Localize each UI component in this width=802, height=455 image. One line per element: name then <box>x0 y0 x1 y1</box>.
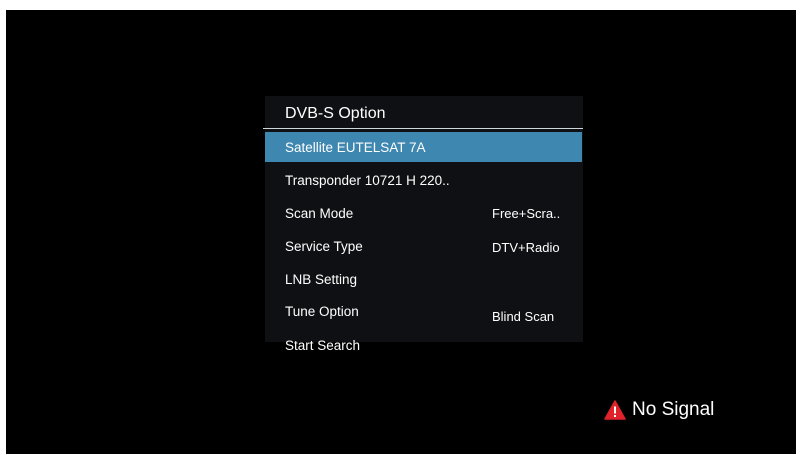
menu-item-label: Tune Option <box>285 304 359 319</box>
menu-item-service-type[interactable]: Service Type DTV+Radio <box>265 232 582 262</box>
menu-item-satellite[interactable]: Satellite EUTELSAT 7A <box>265 132 582 162</box>
menu-item-label: Satellite EUTELSAT 7A <box>285 140 426 155</box>
menu-item-label: Scan Mode <box>285 206 354 221</box>
menu-item-value: DTV+Radio <box>492 240 560 255</box>
menu-item-tune-option[interactable]: Tune Option Blind Scan <box>265 298 582 328</box>
no-signal-indicator: No Signal <box>604 398 714 422</box>
menu-item-scan-mode[interactable]: Scan Mode Free+Scra.. <box>265 199 582 229</box>
menu-item-label: Service Type <box>285 239 363 254</box>
menu-item-start-search[interactable]: Start Search <box>265 333 582 363</box>
no-signal-text: No Signal <box>632 399 715 420</box>
menu-item-value: Blind Scan <box>492 309 555 324</box>
menu-item-label: LNB Setting <box>285 272 358 287</box>
menu-title: DVB-S Option <box>285 105 386 122</box>
warning-icon <box>604 400 626 420</box>
menu-item-label: Start Search <box>285 338 361 353</box>
menu-item-transponder[interactable]: Transponder 10721 H 220.. <box>265 166 582 196</box>
menu-item-value: Free+Scra.. <box>492 206 561 221</box>
menu-item-label: Transponder 10721 H 220.. <box>285 173 450 188</box>
menu-divider <box>263 128 583 129</box>
menu-item-lnb-setting[interactable]: LNB Setting <box>265 266 582 296</box>
